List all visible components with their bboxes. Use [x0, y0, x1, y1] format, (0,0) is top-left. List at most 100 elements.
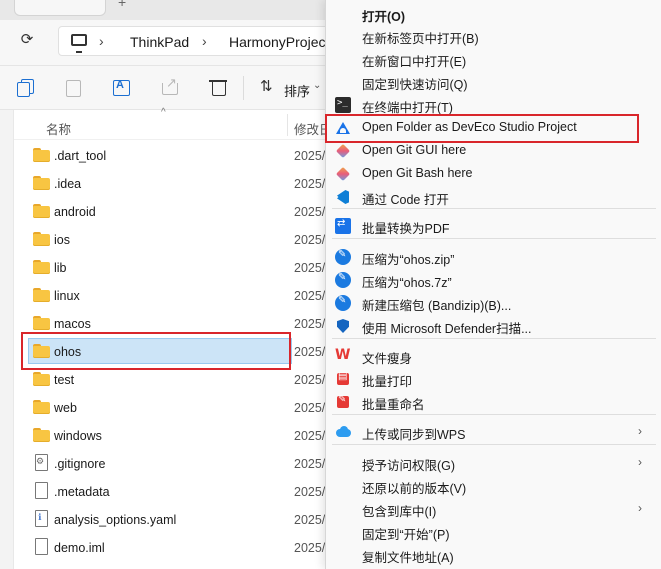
sort-button[interactable]: 排序	[284, 81, 310, 100]
file-date: 2025/	[294, 457, 326, 471]
sort-caret-icon: ^	[161, 107, 166, 118]
context-menu-item-label: 批量转换为PDF	[362, 222, 450, 236]
share-icon[interactable]	[161, 75, 179, 96]
context-menu: 打开(O)在新标签页中打开(B)在新窗口中打开(E)固定到快速访问(Q)在终端中…	[325, 0, 661, 569]
context-menu-item-label: 在新标签页中打开(B)	[362, 32, 479, 46]
context-menu-item[interactable]: 包含到库中(I) ›	[326, 498, 661, 521]
context-menu-item-label: 通过 Code 打开	[362, 193, 449, 207]
file-date: 2025/	[294, 541, 326, 555]
context-menu-item-label: 还原以前的版本(V)	[362, 482, 467, 496]
context-menu-item[interactable]: 文件瘦身	[326, 345, 661, 368]
context-menu-item-label: 上传或同步到WPS	[362, 428, 466, 442]
selection-highlight-annotation	[21, 332, 291, 370]
file-name: .idea	[54, 177, 82, 191]
context-menu-item[interactable]: 打开(O)	[326, 3, 661, 26]
submenu-chevron-icon: ›	[638, 501, 642, 515]
breadcrumb-chevron-icon[interactable]: ›	[202, 33, 207, 49]
chevron-down-icon[interactable]: ⌄	[313, 80, 321, 91]
file-name: windows	[54, 429, 102, 443]
file-name: android	[54, 205, 96, 219]
context-menu-item[interactable]: 批量打印	[326, 368, 661, 391]
file-icon	[33, 482, 50, 499]
file-name: demo.iml	[54, 541, 105, 555]
context-menu-item[interactable]: 在新窗口中打开(E)	[326, 48, 661, 71]
breadcrumb[interactable]: › ThinkPad › HarmonyProjec	[58, 26, 358, 56]
context-menu-item-label: 授予访问权限(G)	[362, 459, 456, 473]
context-menu-item[interactable]: 固定到“开始”(P)	[326, 521, 661, 544]
git-icon	[335, 166, 351, 182]
file-date: 2025/	[294, 513, 326, 527]
context-menu-item[interactable]: Open Git Bash here	[326, 163, 661, 186]
vscode-icon	[335, 189, 351, 205]
copy-icon[interactable]	[17, 78, 35, 97]
context-menu-item[interactable]: 授予访问权限(G) ›	[326, 452, 661, 475]
refresh-icon[interactable]: ⟳	[18, 31, 36, 49]
tab-current[interactable]	[14, 0, 106, 16]
file-name: test	[54, 373, 75, 387]
context-menu-item[interactable]: Open Git GUI here	[326, 140, 661, 163]
file-date: 2025/	[294, 289, 326, 303]
file-icon	[33, 538, 50, 555]
context-menu-item[interactable]: 批量转换为PDF	[326, 215, 661, 238]
submenu-chevron-icon: ›	[638, 424, 642, 438]
breadcrumb-chevron-icon[interactable]: ›	[99, 33, 104, 49]
context-menu-item-label: 批量打印	[362, 375, 413, 389]
file-name: ios	[54, 233, 70, 247]
context-menu-item[interactable]: 压缩为“ohos.zip”	[326, 246, 661, 269]
paste-icon[interactable]	[64, 78, 82, 97]
context-menu-item-label: Open Git GUI here	[362, 143, 467, 157]
context-menu-item-label: 包含到库中(I)	[362, 505, 437, 519]
delete-icon[interactable]	[209, 78, 227, 96]
menu-separator	[332, 414, 656, 415]
menu-separator	[332, 444, 656, 445]
file-name: linux	[54, 289, 80, 303]
context-menu-item[interactable]: 固定到快速访问(Q)	[326, 71, 661, 94]
folder-icon	[33, 148, 50, 162]
file-date: 2025/	[294, 401, 326, 415]
menu-separator	[332, 238, 656, 239]
column-divider[interactable]	[287, 114, 288, 136]
breadcrumb-item-project[interactable]: HarmonyProjec	[229, 34, 325, 50]
this-pc-icon[interactable]	[71, 34, 87, 53]
context-menu-item[interactable]: 新建压缩包 (Bandizip)(B)...	[326, 292, 661, 315]
context-menu-item[interactable]: 通过 Code 打开	[326, 186, 661, 209]
file-date: 2025/	[294, 317, 326, 331]
context-menu-item[interactable]: 在新标签页中打开(B)	[326, 25, 661, 48]
context-menu-item-label: 批量重命名	[362, 398, 425, 412]
folder-icon	[33, 232, 50, 246]
terminal-icon	[335, 97, 351, 113]
rename-icon	[335, 394, 351, 410]
file-date: 2025/	[294, 177, 326, 191]
pdf-convert-icon	[335, 218, 351, 234]
cloud-icon	[335, 424, 351, 440]
context-menu-item[interactable]: 还原以前的版本(V)	[326, 475, 661, 498]
bandizip-icon	[335, 272, 351, 288]
context-menu-item[interactable]: 上传或同步到WPS ›	[326, 421, 661, 444]
folder-icon	[33, 316, 50, 330]
folder-icon	[33, 372, 50, 386]
context-menu-item-label: Open Git Bash here	[362, 166, 473, 180]
yaml-file-icon	[33, 510, 50, 527]
context-menu-item[interactable]: 复制文件地址(A)	[326, 544, 661, 567]
context-menu-item[interactable]: 压缩为“ohos.7z”	[326, 269, 661, 292]
context-menu-item-label: 复制文件地址(A)	[362, 551, 454, 565]
context-menu-item-label: 新建压缩包 (Bandizip)(B)...	[362, 299, 512, 313]
context-menu-item[interactable]: 批量重命名	[326, 391, 661, 414]
file-name: analysis_options.yaml	[54, 513, 177, 527]
defender-icon	[335, 318, 351, 334]
new-tab-icon[interactable]: +	[118, 0, 126, 10]
breadcrumb-item-thinkpad[interactable]: ThinkPad	[130, 34, 189, 50]
file-date: 2025/	[294, 485, 326, 499]
rename-icon[interactable]	[112, 78, 130, 96]
file-date: 2025/	[294, 345, 326, 359]
navigation-pane-edge	[0, 110, 14, 569]
file-name: .metadata	[54, 485, 110, 499]
sort-icon[interactable]: ⇅	[260, 78, 278, 96]
file-name: .gitignore	[54, 457, 106, 471]
context-menu-item-label: 文件瘦身	[362, 352, 413, 366]
file-date: 2025/	[294, 429, 326, 443]
column-header-name[interactable]: 名称	[46, 119, 71, 138]
file-date: 2025/	[294, 373, 326, 387]
file-date: 2025/	[294, 205, 326, 219]
context-menu-item[interactable]: 使用 Microsoft Defender扫描...	[326, 315, 661, 338]
